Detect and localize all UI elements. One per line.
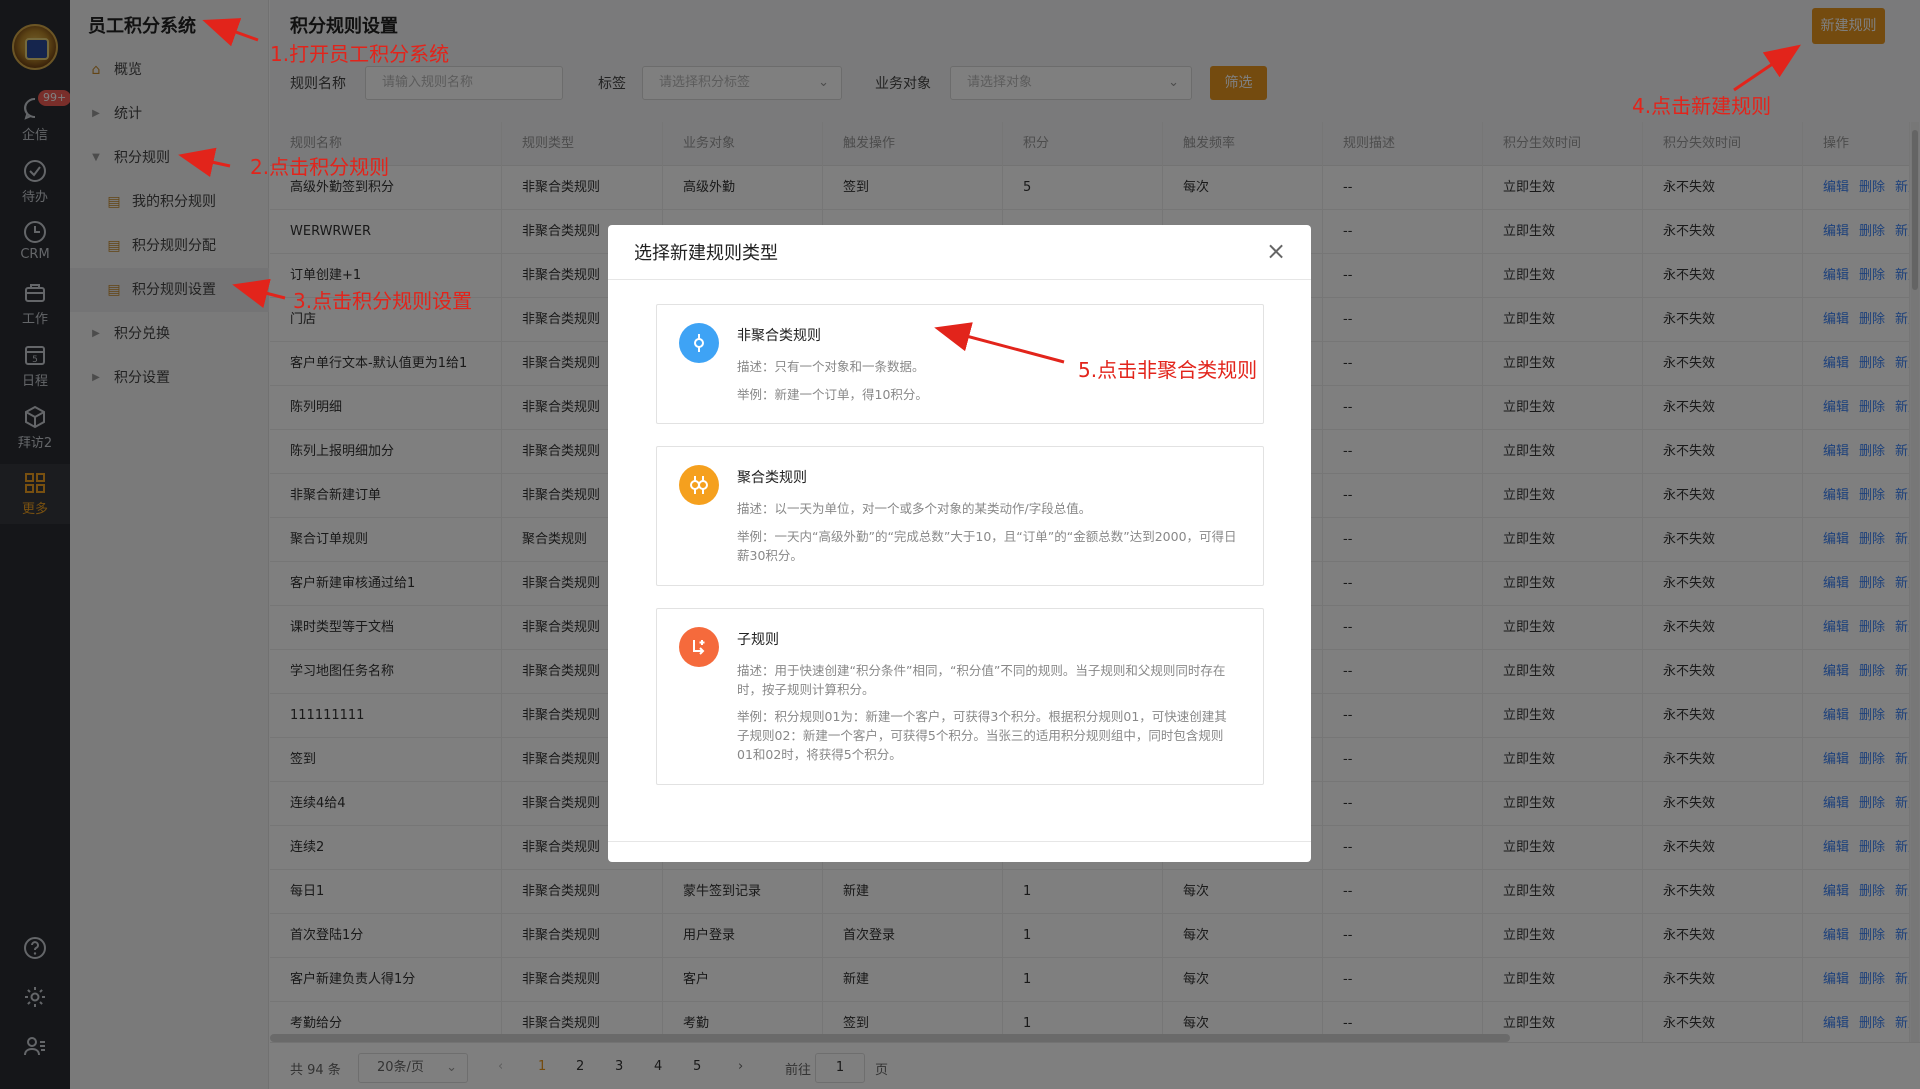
rule-type-title: 非聚合类规则	[737, 328, 821, 344]
rule-type-title: 聚合类规则	[737, 470, 807, 486]
rule-type-card-aggregate[interactable]: 聚合类规则 描述：以一天为单位，对一个或多个对象的某类动作/字段总值。 举例：一…	[656, 446, 1264, 586]
annotation-step4: 4.点击新建规则	[1632, 94, 1772, 118]
target-icon	[679, 323, 719, 363]
annotation-step5: 5.点击非聚合类规则	[1078, 358, 1258, 382]
dialog-title: 选择新建规则类型	[634, 243, 778, 264]
annotation-step1: 1.打开员工积分系统	[270, 42, 450, 66]
rule-type-example: 举例：新建一个订单，得10积分。	[737, 387, 928, 402]
rule-type-description: 描述：以一天为单位，对一个或多个对象的某类动作/字段总值。	[737, 501, 1092, 516]
app-root: 99+ 企信 待办 CRM 工作 5 日程 拜访2 更多	[0, 0, 1920, 1089]
dialog-divider	[608, 279, 1311, 280]
rule-type-example: 举例：积分规则01为：新建一个客户，可获得3个积分。根据积分规则01，可快速创建…	[737, 709, 1227, 762]
close-icon[interactable]: ×	[1266, 237, 1286, 265]
annotation-step3: 3.点击积分规则设置	[293, 289, 473, 313]
rule-type-example: 举例：一天内“高级外勤”的“完成总数”大于10，且“订单”的“金额总数”达到20…	[737, 529, 1237, 563]
rule-type-description: 描述：用于快速创建“积分条件”相同，“积分值”不同的规则。当子规则和父规则同时存…	[737, 663, 1226, 697]
rule-type-title: 子规则	[737, 632, 779, 648]
merge-icon	[679, 465, 719, 505]
dialog-footer-divider	[608, 841, 1311, 842]
annotation-step2: 2.点击积分规则	[250, 155, 390, 179]
rule-type-card-sub-rule[interactable]: 子规则 描述：用于快速创建“积分条件”相同，“积分值”不同的规则。当子规则和父规…	[656, 608, 1264, 785]
new-rule-type-dialog: 选择新建规则类型 × 非聚合类规则 描述：只有一个对象和一条数据。 举例：新建一…	[608, 225, 1311, 862]
branch-icon	[679, 627, 719, 667]
